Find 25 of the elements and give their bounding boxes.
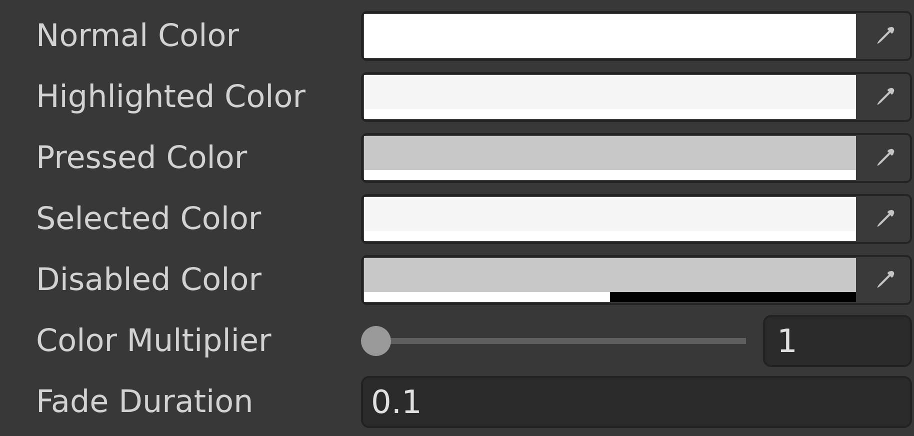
color-swatch[interactable] xyxy=(364,196,856,230)
field-label: Selected Color xyxy=(35,200,262,236)
eyedropper-icon[interactable] xyxy=(874,24,896,46)
color-field[interactable] xyxy=(361,254,912,304)
field-label: Pressed Color xyxy=(35,140,248,176)
field-label: Highlighted Color xyxy=(35,78,306,114)
eyedropper-icon[interactable] xyxy=(874,86,896,108)
field-label: Fade Duration xyxy=(35,384,254,420)
color-swatch[interactable] xyxy=(364,136,856,170)
eyedropper-icon[interactable] xyxy=(874,208,896,230)
color-swatch[interactable] xyxy=(364,74,856,108)
number-field[interactable]: 1 xyxy=(763,314,912,366)
field-label: Disabled Color xyxy=(35,262,262,298)
number-field[interactable]: 0.1 xyxy=(361,376,912,428)
slider-thumb[interactable] xyxy=(361,326,391,356)
color-field[interactable] xyxy=(361,10,912,60)
color-field[interactable] xyxy=(361,194,912,244)
color-field[interactable] xyxy=(361,72,912,122)
color-field[interactable] xyxy=(361,132,912,182)
eyedropper-icon[interactable] xyxy=(874,268,896,290)
eyedropper-icon[interactable] xyxy=(874,146,896,168)
color-swatch[interactable] xyxy=(364,258,856,292)
color-swatch[interactable] xyxy=(364,14,856,48)
field-label: Color Multiplier xyxy=(35,322,272,358)
field-label: Normal Color xyxy=(35,18,240,54)
